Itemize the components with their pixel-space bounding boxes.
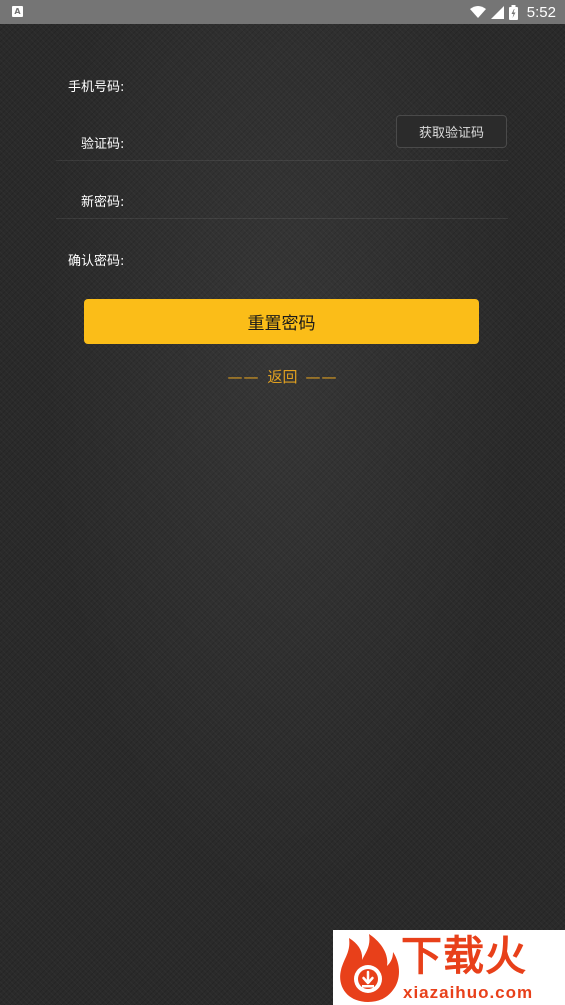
watermark-title: 下载火 xyxy=(401,932,527,980)
phone-label: 手机号码: xyxy=(68,80,125,95)
back-link-label[interactable]: 返回 xyxy=(267,368,297,386)
battery-icon xyxy=(508,4,518,20)
back-link[interactable]: —— 返回 —— xyxy=(0,366,565,387)
confirm-password-label: 确认密码: xyxy=(68,254,125,269)
status-icons: 5:52 xyxy=(469,0,556,24)
back-right-dashes: —— xyxy=(305,368,338,386)
confirm-password-input[interactable] xyxy=(132,243,506,275)
reset-password-button[interactable]: 重置密码 xyxy=(84,299,479,344)
flame-logo-icon xyxy=(340,934,399,1002)
back-left-dashes: —— xyxy=(227,368,260,386)
new-password-input[interactable] xyxy=(132,184,506,216)
get-verification-code-button[interactable]: 获取验证码 xyxy=(396,115,507,148)
wifi-icon xyxy=(469,5,486,18)
watermark-url: xiazaihuo.com xyxy=(403,983,534,1002)
watermark: 下载火 xiazaihuo.com xyxy=(333,930,565,1005)
cell-signal-icon xyxy=(490,5,504,19)
verification-code-input[interactable] xyxy=(132,126,391,158)
status-time: 5:52 xyxy=(526,3,556,21)
verification-code-label: 验证码: xyxy=(81,137,125,152)
notification-icon: A xyxy=(12,6,23,17)
phone-input[interactable] xyxy=(132,70,506,102)
status-bar: A 5:52 xyxy=(0,0,565,24)
new-password-label: 新密码: xyxy=(81,195,125,210)
divider xyxy=(56,160,508,161)
divider xyxy=(56,218,508,219)
